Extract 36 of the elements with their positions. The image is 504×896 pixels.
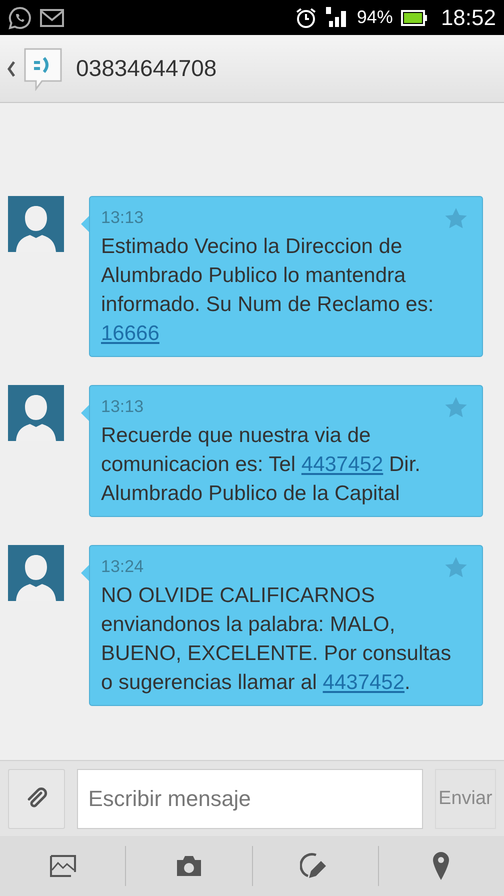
message-text: Estimado Vecino la Direccion de Alumbrado Publico lo mantendra informado. Su Num de Reclamo es: 16666 [101,234,435,347]
bubble-pointer [80,216,89,232]
signal-icon [324,6,349,28]
message-field[interactable]: Escribir mensaje [77,768,423,828]
message-bubble[interactable]: 13:24 NO OLVIDE CALIFICARNOS enviandonos la palabra: MALO, BUENO, EXCELENTE. Por consultas o sugerencias llamar al 4437452. [89,545,483,706]
back-icon[interactable] [6,58,16,78]
messaging-app-icon[interactable] [22,46,64,90]
message-time: 13:13 [101,396,144,418]
camera-icon[interactable] [174,854,203,878]
phone-link[interactable]: 4437452 [301,453,384,476]
avatar [8,385,64,441]
message-bubble[interactable]: 13:13 Recuerde que nuestra via de comunicacion es: Tel 4437452 Dir. Alumbrado Publico de la Capital [89,385,483,517]
message-time: 13:24 [101,556,144,578]
bubble-pointer [80,405,89,421]
battery-icon [400,10,427,26]
star-icon[interactable] [444,207,468,230]
star-icon[interactable] [444,556,468,579]
avatar [8,545,64,601]
phone-link[interactable]: 16666 [101,322,160,345]
battery-percent: 94% [356,7,393,28]
chat-app-icon [8,6,32,30]
star-icon[interactable] [444,396,468,419]
clock: 18:52 [440,4,496,30]
attach-button[interactable] [8,768,66,828]
mail-icon [40,8,64,28]
message-text: NO OLVIDE CALIFICARNOS enviandonos la palabra: MALO, BUENO, EXCELENTE. Por consultas o sugerencias llamar al 4437452. [101,583,452,696]
location-pin-icon[interactable] [431,851,452,881]
image-icon[interactable] [48,854,77,878]
message-text: Recuerde que nuestra via de comunicacion es: Tel 4437452 Dir. Alumbrado Publico de la Capital [101,423,422,507]
avatar [8,196,64,252]
message-bubble[interactable]: 13:13 Estimado Vecino la Direccion de Alumbrado Publico lo mantendra informado. Su Num de Reclamo es: 16666 [89,196,483,357]
bubble-pointer [80,565,89,581]
contact-number: 03834644708 [76,55,217,82]
message-time: 13:13 [101,207,144,229]
alarm-icon [294,6,317,28]
phone-link[interactable]: 4437452 [322,671,405,694]
